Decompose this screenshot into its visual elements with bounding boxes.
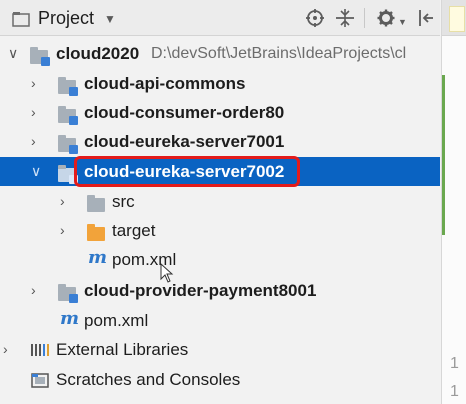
hide-icon[interactable]	[418, 9, 434, 27]
gear-icon[interactable]	[377, 9, 395, 27]
highlight-annotation	[74, 156, 300, 187]
tree-item-src[interactable]: › src	[0, 187, 440, 216]
chevron-right-icon[interactable]: ›	[60, 216, 65, 245]
chevron-right-icon[interactable]: ›	[31, 69, 36, 98]
module-path: D:\devSoft\JetBrains\IdeaProjects\cl	[151, 45, 407, 62]
chevron-right-icon[interactable]: ›	[60, 187, 65, 216]
header-divider	[364, 8, 365, 28]
tree-item-pom-xml[interactable]: m pom.xml	[0, 245, 440, 283]
chevron-right-icon[interactable]: ›	[31, 127, 36, 156]
project-tool-window-header: Project ▼ ▼	[0, 0, 440, 36]
line-number: 1	[450, 355, 459, 372]
tree-item-cloud-eureka-server7001[interactable]: › cloud-eureka-server7001	[0, 127, 440, 156]
tree-item-label: cloud-api-commons	[84, 74, 246, 93]
maven-icon: m	[88, 247, 108, 268]
tree-item-label: cloud-consumer-order80	[84, 103, 285, 122]
chevron-down-icon[interactable]: ∨	[31, 157, 41, 186]
tree-item-root-pom-xml[interactable]: m pom.xml	[0, 306, 440, 335]
scratches-icon	[31, 373, 49, 388]
chevron-down-icon[interactable]: ∨	[8, 39, 18, 68]
tree-item-scratches-and-consoles[interactable]: Scratches and Consoles	[0, 365, 440, 394]
tree-item-cloud-api-commons[interactable]: › cloud-api-commons	[0, 69, 440, 98]
tree-item-label: src	[112, 192, 135, 211]
tree-item-cloud2020[interactable]: ∨ cloud2020 D:\devSoft\JetBrains\IdeaPro…	[0, 39, 440, 68]
tree-item-label: pom.xml	[84, 311, 149, 330]
tree-item-label: cloud-eureka-server7001	[84, 132, 285, 151]
tree-item-label: cloud-provider-payment8001	[84, 281, 317, 300]
chevron-down-icon[interactable]: ▼	[104, 12, 116, 26]
editor-edge: 1 1	[441, 0, 466, 404]
project-view-selector[interactable]: Project ▼	[12, 8, 116, 29]
line-number: 1	[450, 383, 459, 400]
gear-dropdown-icon[interactable]: ▼	[398, 12, 407, 32]
vcs-change-marker	[442, 75, 445, 235]
tree-item-label: target	[112, 221, 156, 240]
maven-icon: m	[60, 308, 80, 329]
chevron-right-icon[interactable]: ›	[31, 98, 36, 127]
tree-item-label: External Libraries	[56, 340, 189, 359]
chevron-right-icon[interactable]: ›	[31, 276, 36, 305]
collapse-all-icon[interactable]	[336, 9, 354, 27]
chevron-right-icon[interactable]: ›	[3, 335, 8, 364]
project-folder-icon	[12, 11, 30, 27]
editor-tab-edge[interactable]	[442, 0, 466, 36]
tree-item-label: Scratches and Consoles	[56, 370, 241, 389]
tree-item-cloud-provider-payment8001[interactable]: › cloud-provider-payment8001	[0, 276, 440, 305]
tree-item-label: cloud2020	[56, 44, 140, 63]
tree-item-external-libraries[interactable]: › External Libraries	[0, 335, 440, 364]
locate-icon[interactable]	[306, 9, 324, 27]
libraries-icon	[31, 344, 49, 356]
tree-item-target[interactable]: › target	[0, 216, 440, 245]
project-title: Project	[38, 8, 95, 28]
tree-item-cloud-consumer-order80[interactable]: › cloud-consumer-order80	[0, 98, 440, 127]
